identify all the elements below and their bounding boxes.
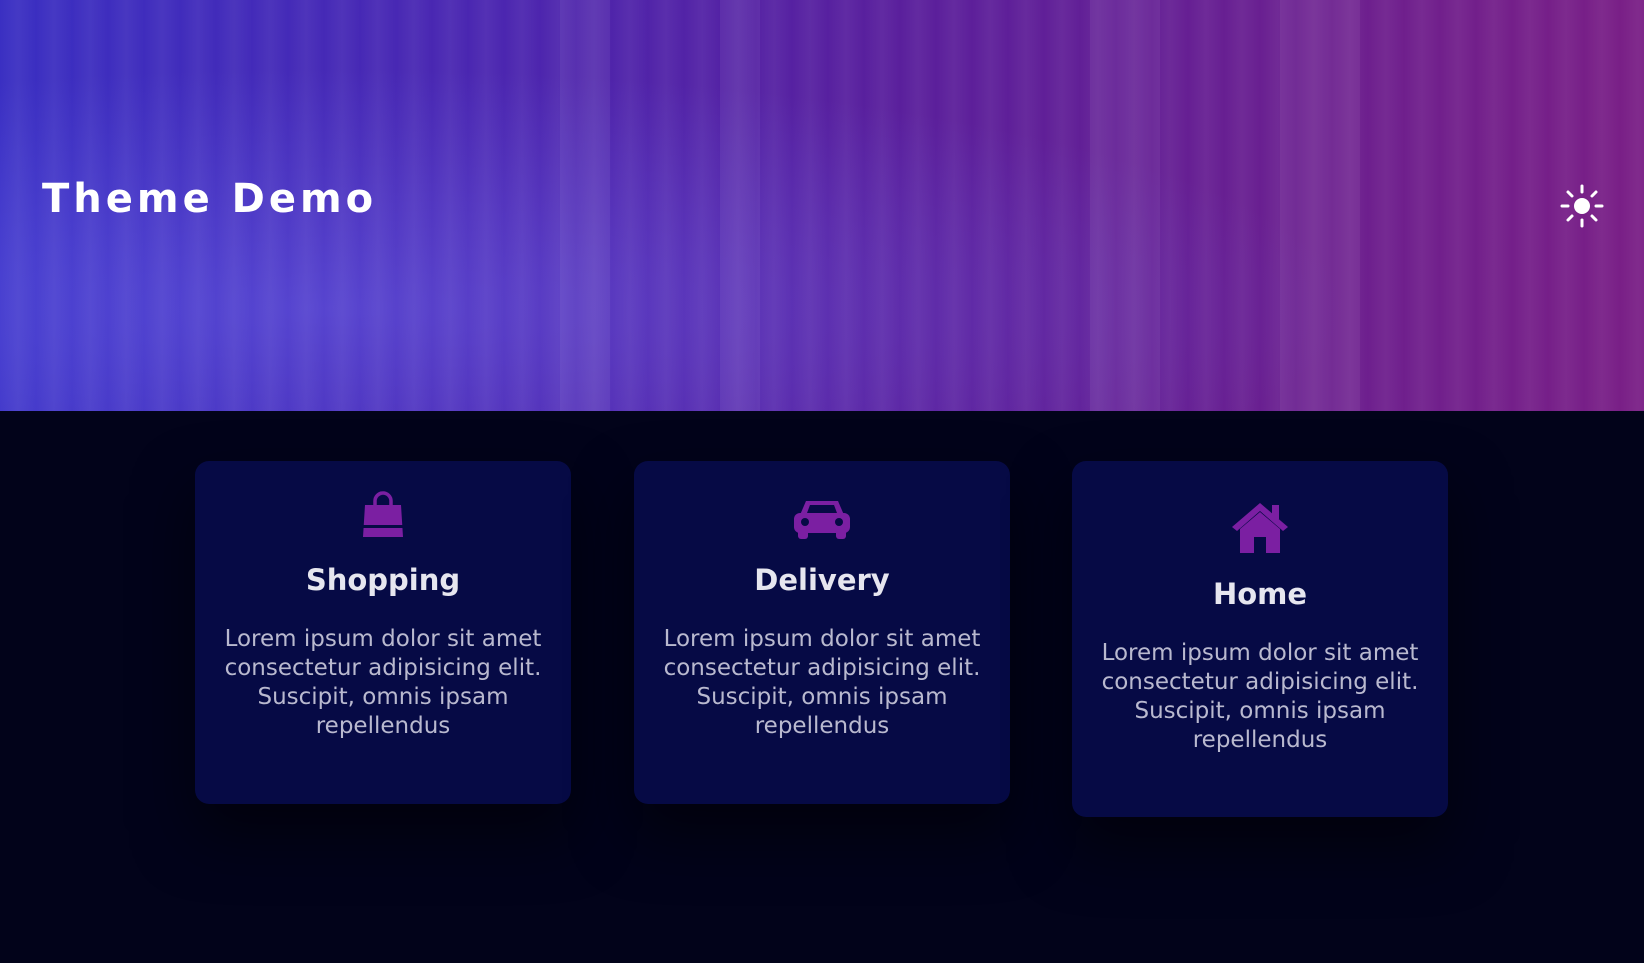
background-pillar [720,0,760,411]
hero-banner: Theme Demo [0,0,1644,411]
home-icon [1232,503,1288,553]
card-delivery: Delivery Lorem ipsum dolor sit amet cons… [634,461,1010,804]
card-description: Lorem ipsum dolor sit amet consectetur a… [1101,640,1419,753]
background-pillar [1090,0,1160,411]
theme-toggle-button[interactable] [1560,184,1604,228]
car-icon [794,501,850,539]
card-title: Shopping [305,563,461,597]
background-pillar [1280,0,1360,411]
card-title: Home [1212,577,1308,611]
card-shopping: Shopping Lorem ipsum dolor sit amet cons… [195,461,571,804]
card-title: Delivery [754,563,890,597]
card-description: Lorem ipsum dolor sit amet consectetur a… [663,626,981,739]
shopping-bag-icon [363,491,403,537]
card-description: Lorem ipsum dolor sit amet consectetur a… [224,626,542,739]
card-home: Home Lorem ipsum dolor sit amet consecte… [1072,461,1448,817]
page-title: Theme Demo [42,176,378,222]
background-pillar [560,0,610,411]
feature-cards: Shopping Lorem ipsum dolor sit amet cons… [0,461,1644,881]
sun-icon [1560,184,1604,228]
